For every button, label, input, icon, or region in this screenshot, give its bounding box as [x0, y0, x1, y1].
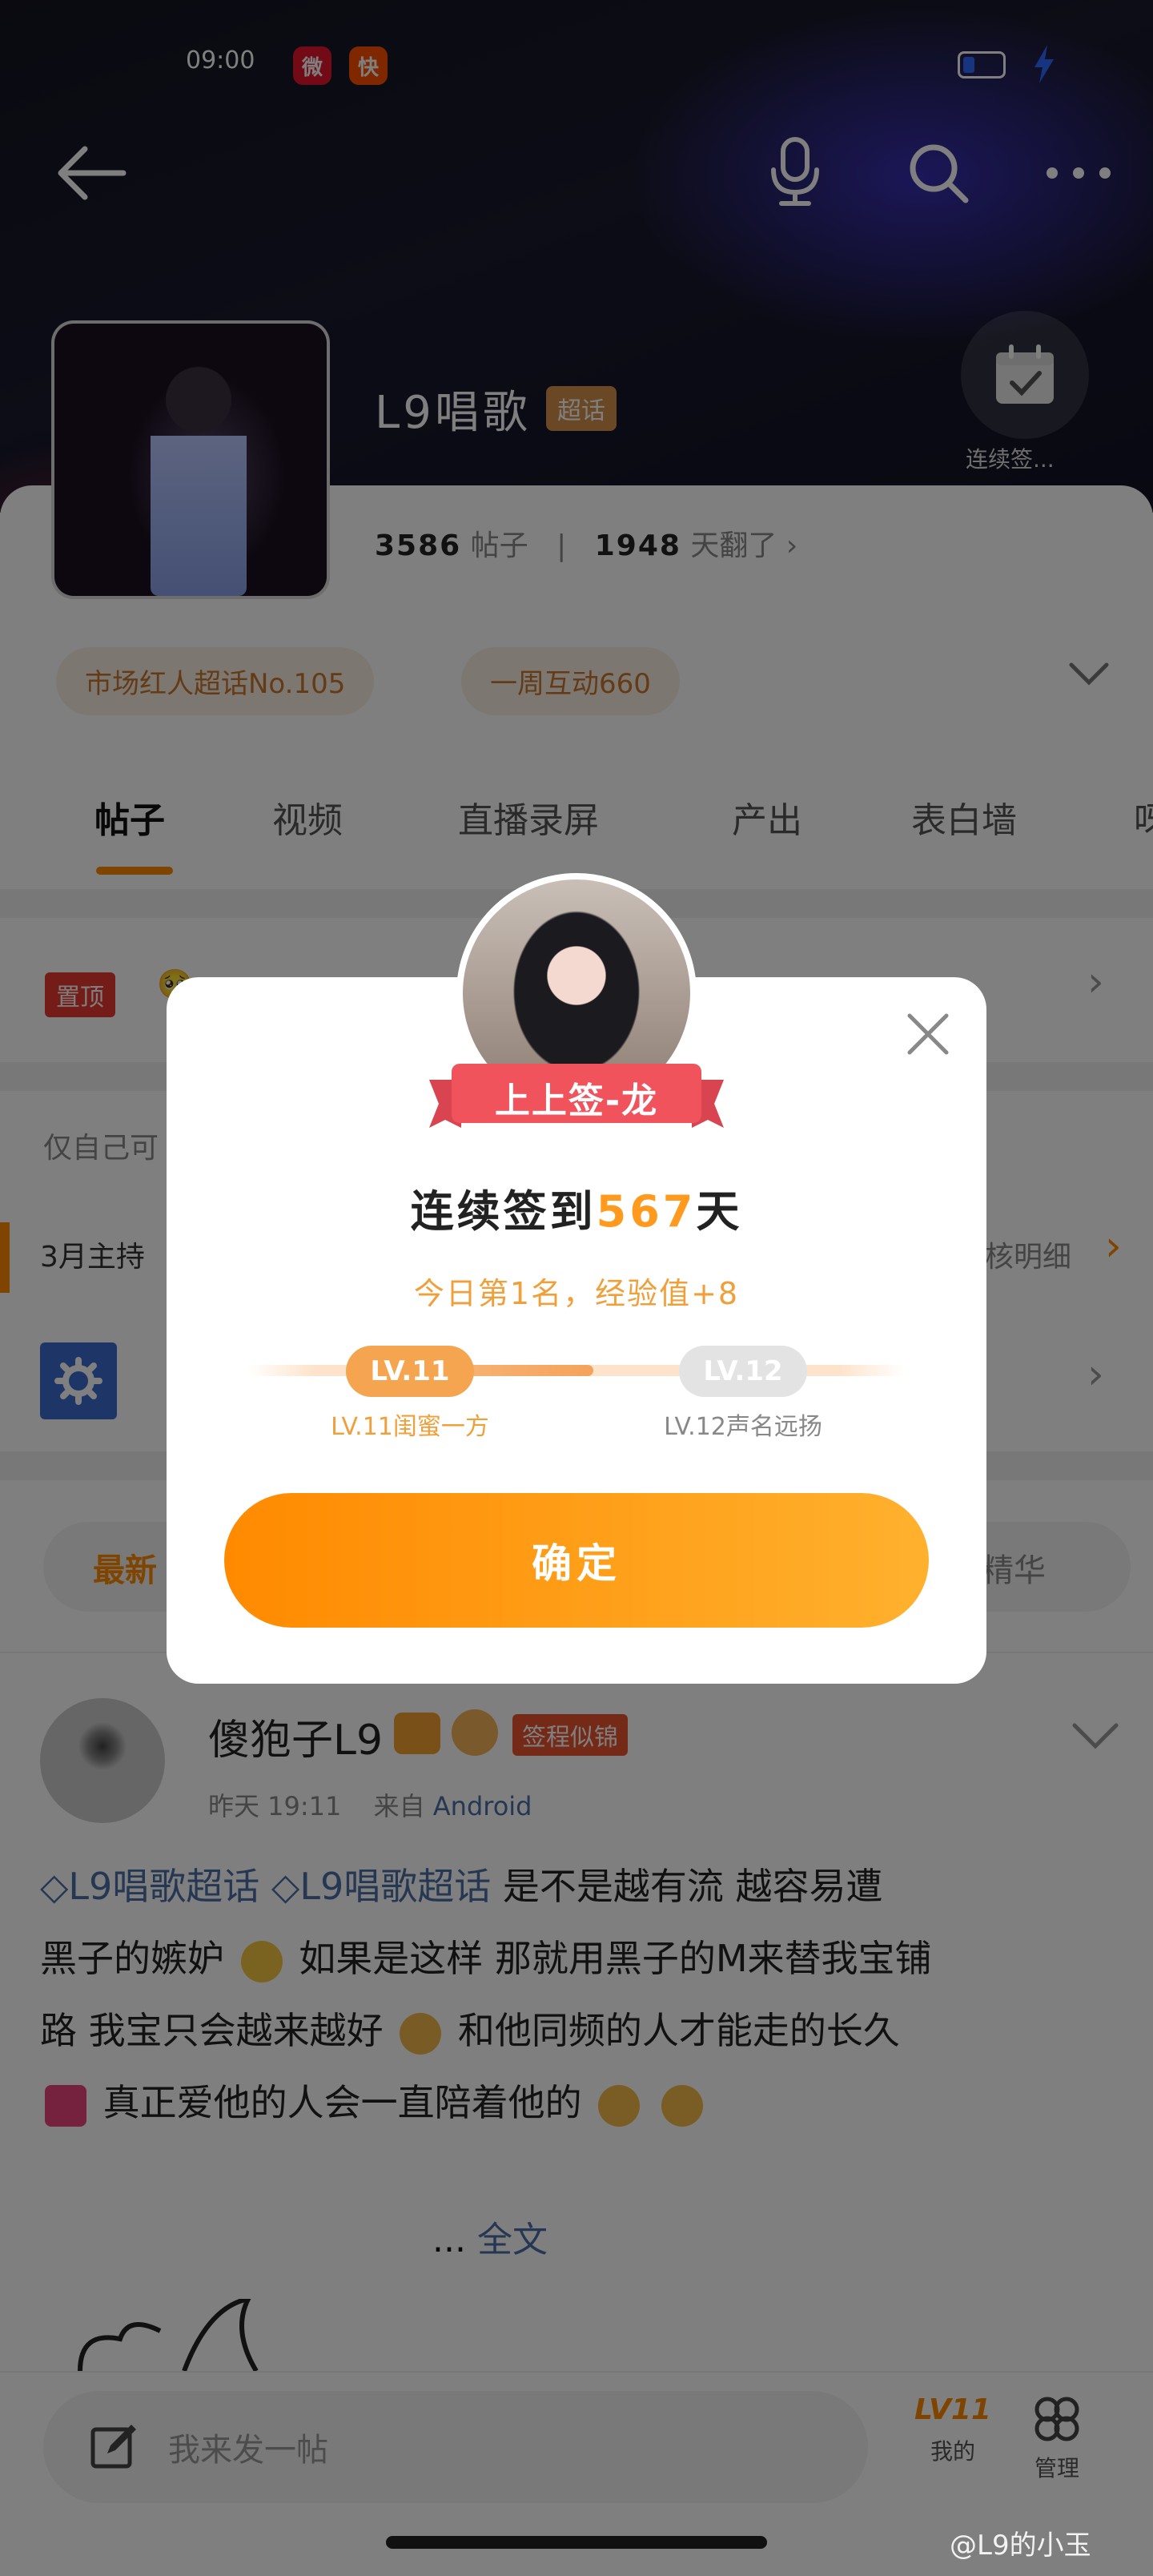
modal-title-prefix: 连续签到: [410, 1186, 597, 1237]
modal-subtitle: 今日第1名，经验值+8: [413, 1276, 740, 1311]
level-current-pill: LV.11: [346, 1346, 474, 1397]
level-next-caption: LV.12声名远扬: [664, 1413, 822, 1441]
home-indicator[interactable]: [386, 2536, 767, 2549]
watermark: @L9的小玉: [950, 2530, 1091, 2562]
close-icon[interactable]: [905, 1011, 951, 1061]
level-current-caption: LV.11闺蜜一方: [331, 1413, 489, 1441]
confirm-button[interactable]: 确定: [224, 1493, 929, 1628]
modal-title: 连续签到567天: [167, 1176, 986, 1239]
modal-title-suffix: 天: [696, 1186, 743, 1237]
fortune-ribbon: 上上签-龙: [429, 1064, 724, 1133]
signin-days: 567: [596, 1186, 697, 1237]
fortune-ribbon-text: 上上签-龙: [494, 1081, 659, 1121]
level-next-pill: LV.12: [679, 1346, 807, 1397]
